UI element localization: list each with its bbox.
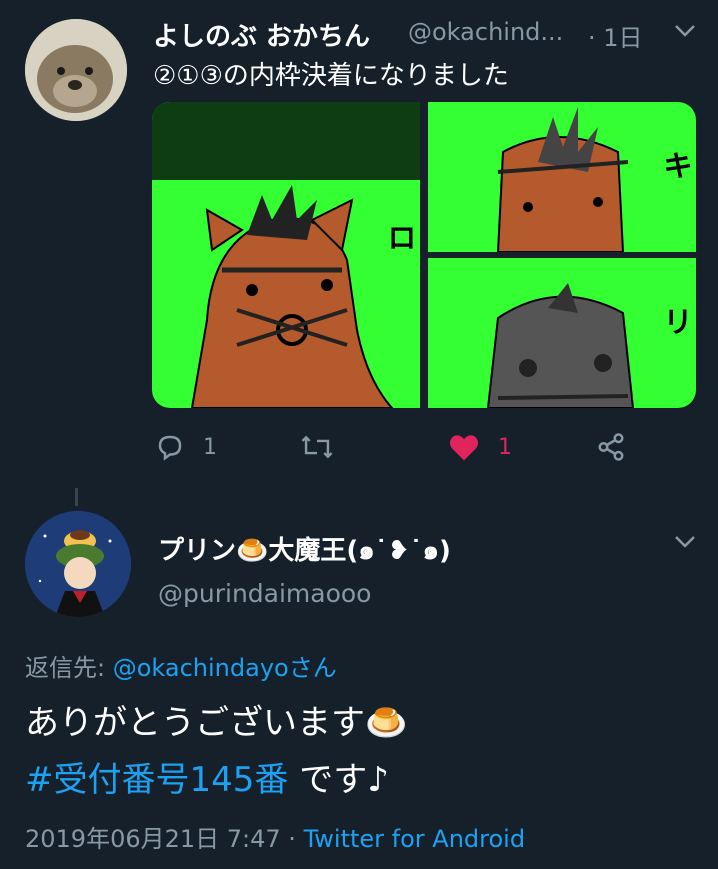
like-action[interactable]: 1 [448,432,512,462]
reply-action[interactable]: 1 [155,432,217,462]
display-name[interactable]: プリン🍮大魔王(๑˙❥˙๑) [158,530,451,571]
media-image-left[interactable]: ②レイデオロ [152,102,420,408]
tweet-text: ②①③の内枠決着になりました [153,61,509,91]
horse-label-left: ②レイデオロ [381,222,416,254]
media-grid[interactable]: ②レイデオロ ①キセキ ③エタリ [152,102,696,408]
heart-icon[interactable] [448,432,480,462]
client-link[interactable]: Twitter for Android [304,825,525,853]
media-image-top-right[interactable]: ①キセキ [428,102,696,252]
chevron-down-icon[interactable] [674,535,696,549]
chevron-down-icon[interactable] [674,24,696,38]
hashtag-link[interactable]: #受付番号145番 [25,760,288,800]
reply-to-suffix: さん [288,654,337,682]
tweet-text-suffix: です♪ [288,760,389,800]
retweet-action[interactable] [300,432,352,462]
reply-to-label: 返信先: [25,654,113,682]
like-count: 1 [498,434,512,460]
horse-label-bottom-right: ③エタリ [657,306,692,338]
retweet-icon[interactable] [300,432,334,462]
share-icon[interactable] [596,432,626,462]
avatar[interactable] [25,19,127,121]
share-action[interactable] [596,432,626,462]
reply-to-mention[interactable]: @okachindayo [113,654,289,682]
horse-label-top-right: ①キセキ [657,150,692,182]
reply-icon[interactable] [155,432,185,462]
tweet-meta: 2019年06月21日 7:47 · Twitter for Android [25,819,525,854]
tweet-text-line-2: #受付番号145番 です♪ [25,752,389,801]
reply-count: 1 [203,434,217,460]
tweet-timestamp: 2019年06月21日 7:47 · [25,825,304,853]
reply-to: 返信先: @okachindayoさん [25,648,337,683]
tweet-text-line-1: ありがとうございます🍮 [25,703,408,743]
handle[interactable]: @okachind... [408,18,563,46]
otter-avatar-image [25,19,127,121]
media-image-bottom-right[interactable]: ③エタリ [428,258,696,408]
timestamp[interactable]: · 1日 [588,18,643,53]
thread-connector [75,488,78,506]
avatar[interactable] [25,511,131,617]
display-name[interactable]: よしのぶ おかちん [153,16,370,53]
handle[interactable]: @purindaimaooo [158,579,371,608]
character-avatar-image [25,511,131,617]
